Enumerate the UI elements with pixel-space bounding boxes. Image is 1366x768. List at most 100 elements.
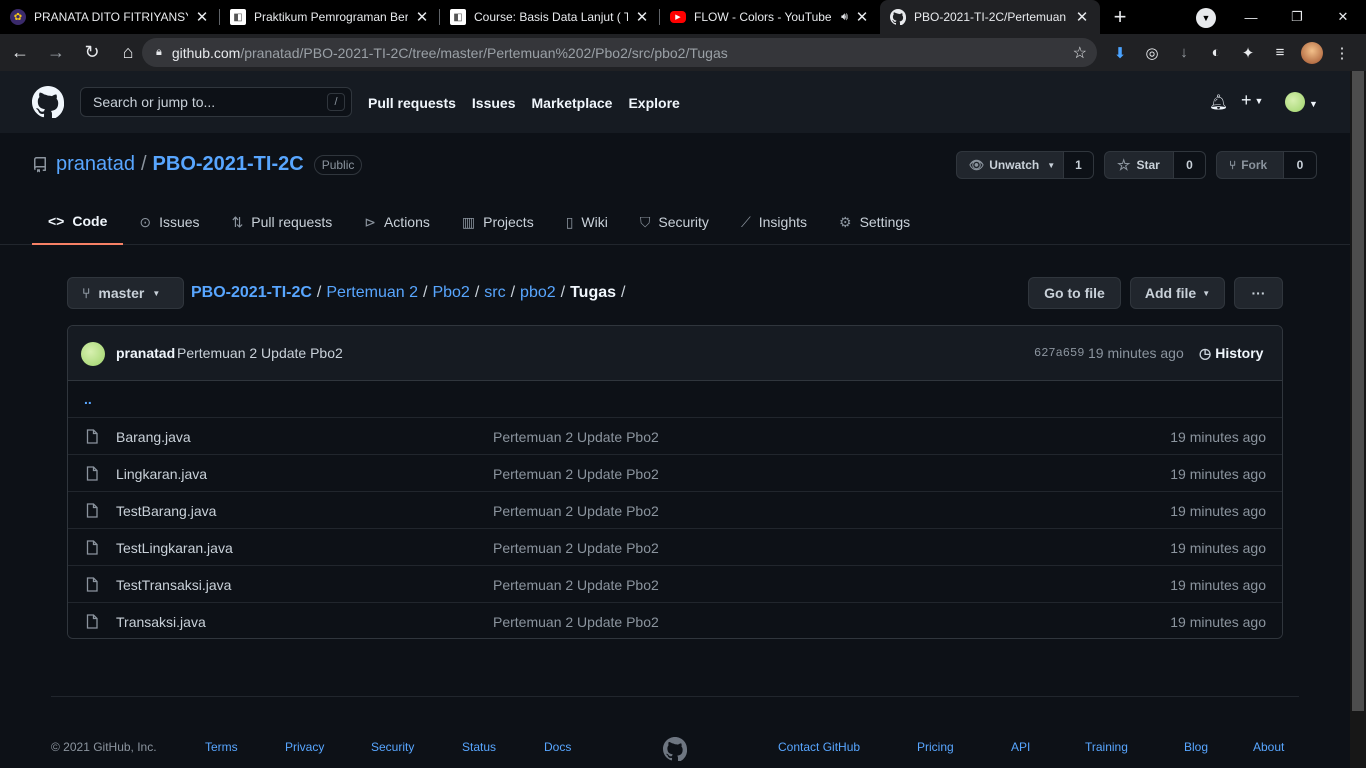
restore-icon[interactable]: ❐ bbox=[1274, 0, 1320, 34]
file-name[interactable]: TestLingkaran.java bbox=[116, 540, 233, 556]
breadcrumb-segment[interactable]: src bbox=[484, 284, 505, 302]
github-logo-icon[interactable] bbox=[32, 86, 64, 118]
add-file-button[interactable]: Add file ▼ bbox=[1130, 277, 1225, 309]
repo-name-link[interactable]: PBO-2021-TI-2C bbox=[153, 153, 304, 176]
scrollbar-thumb[interactable] bbox=[1352, 71, 1364, 711]
tab-code[interactable]: <> Code bbox=[32, 199, 124, 245]
nav-pull-requests[interactable]: Pull requests bbox=[368, 95, 456, 111]
commit-author[interactable]: pranatad bbox=[116, 345, 175, 361]
nav-explore[interactable]: Explore bbox=[628, 95, 679, 111]
footer-link-api[interactable]: API bbox=[1011, 740, 1030, 754]
footer-link-docs[interactable]: Docs bbox=[544, 740, 571, 754]
extension-icon[interactable]: ◎ bbox=[1136, 34, 1168, 71]
file-commit-message[interactable]: Pertemuan 2 Update Pbo2 bbox=[493, 466, 659, 482]
repo-owner-link[interactable]: pranatad bbox=[56, 153, 135, 176]
table-row[interactable]: TestLingkaran.java Pertemuan 2 Update Pb… bbox=[68, 529, 1282, 566]
breadcrumb-segment[interactable]: Pbo2 bbox=[432, 284, 469, 302]
file-name[interactable]: Barang.java bbox=[116, 429, 191, 445]
file-commit-message[interactable]: Pertemuan 2 Update Pbo2 bbox=[493, 540, 659, 556]
browser-menu-icon[interactable]: ⋮ bbox=[1326, 34, 1358, 71]
tab-wiki[interactable]: ▯ Wiki bbox=[550, 199, 624, 245]
footer-link-contact[interactable]: Contact GitHub bbox=[778, 740, 860, 754]
nav-issues[interactable]: Issues bbox=[472, 95, 516, 111]
tab-security[interactable]: ⛉ Security bbox=[624, 199, 725, 245]
file-commit-message[interactable]: Pertemuan 2 Update Pbo2 bbox=[493, 429, 659, 445]
home-icon[interactable]: ⌂ bbox=[112, 37, 144, 69]
window-close-icon[interactable]: ✕ bbox=[1320, 0, 1366, 34]
footer-link-privacy[interactable]: Privacy bbox=[285, 740, 324, 754]
footer-link-training[interactable]: Training bbox=[1085, 740, 1128, 754]
file-name[interactable]: Lingkaran.java bbox=[116, 466, 207, 482]
tab-pull-requests[interactable]: ⇅ Pull requests bbox=[216, 199, 349, 245]
table-row[interactable]: TestBarang.java Pertemuan 2 Update Pbo2 … bbox=[68, 492, 1282, 529]
browser-tab-3[interactable]: ◧ Course: Basis Data Lanjut ( TI ✕ bbox=[440, 0, 660, 34]
footer-link-about[interactable]: About bbox=[1253, 740, 1284, 754]
address-bar[interactable]: 🔒︎ github.com/pranatad/PBO-2021-TI-2C/tr… bbox=[142, 38, 1097, 67]
lock-icon[interactable]: 🔒︎ bbox=[156, 46, 162, 59]
tab-projects[interactable]: ▥ Projects bbox=[446, 199, 550, 245]
branch-selector[interactable]: ⑂ master ▼ bbox=[67, 277, 184, 309]
minimize-icon[interactable]: — bbox=[1228, 0, 1274, 34]
file-commit-message[interactable]: Pertemuan 2 Update Pbo2 bbox=[493, 614, 659, 630]
file-name[interactable]: TestBarang.java bbox=[116, 503, 216, 519]
browser-tab-4[interactable]: ▶ FLOW - Colors - YouTube 🔊︎ ✕ bbox=[660, 0, 880, 34]
reload-icon[interactable]: ↻ bbox=[76, 37, 108, 69]
table-row[interactable]: Lingkaran.java Pertemuan 2 Update Pbo2 1… bbox=[68, 455, 1282, 492]
browser-tab-5[interactable]: PBO-2021-TI-2C/Pertemuan 2 ✕ bbox=[880, 0, 1100, 34]
create-new-icon[interactable]: + ▼ bbox=[1241, 90, 1263, 111]
forward-icon[interactable]: → bbox=[40, 37, 72, 69]
footer-link-terms[interactable]: Terms bbox=[205, 740, 238, 754]
tab-actions[interactable]: ⊳ Actions bbox=[348, 199, 446, 245]
commit-author-avatar[interactable] bbox=[81, 342, 105, 366]
watch-count[interactable]: 1 bbox=[1064, 151, 1094, 179]
file-name[interactable]: Transaksi.java bbox=[116, 614, 206, 630]
bookmark-star-icon[interactable]: ☆ bbox=[1073, 43, 1087, 63]
tab-insights[interactable]: ⟋ Insights bbox=[725, 199, 823, 245]
star-count[interactable]: 0 bbox=[1174, 151, 1206, 179]
parent-directory-row[interactable]: .. bbox=[68, 381, 1282, 418]
table-row[interactable]: Barang.java Pertemuan 2 Update Pbo2 19 m… bbox=[68, 418, 1282, 455]
nav-marketplace[interactable]: Marketplace bbox=[532, 95, 613, 111]
unwatch-button[interactable]: 👁︎ Unwatch ▼ bbox=[956, 151, 1064, 179]
media-control-icon[interactable]: ≡ bbox=[1264, 34, 1296, 71]
close-tab-icon[interactable]: ✕ bbox=[634, 8, 650, 26]
breadcrumb-repo[interactable]: PBO-2021-TI-2C bbox=[191, 284, 312, 302]
browser-tab-2[interactable]: ◧ Praktikum Pemrograman Berbasis ✕ bbox=[220, 0, 440, 34]
profile-avatar[interactable] bbox=[1296, 34, 1328, 71]
close-tab-icon[interactable]: ✕ bbox=[414, 8, 430, 26]
footer-link-status[interactable]: Status bbox=[462, 740, 496, 754]
tab-search-icon[interactable]: ▼ bbox=[1196, 8, 1216, 28]
go-to-file-button[interactable]: Go to file bbox=[1028, 277, 1121, 309]
more-options-button[interactable]: ··· bbox=[1234, 277, 1283, 309]
star-button[interactable]: ☆ Star bbox=[1104, 151, 1174, 179]
search-input[interactable]: Search or jump to... / bbox=[80, 87, 352, 117]
tab-issues[interactable]: ⊙ Issues bbox=[123, 199, 215, 245]
download-extension-icon[interactable]: ⬇ bbox=[1104, 34, 1136, 71]
file-name[interactable]: TestTransaksi.java bbox=[116, 577, 231, 593]
file-commit-message[interactable]: Pertemuan 2 Update Pbo2 bbox=[493, 503, 659, 519]
avatar-menu-chevron-icon[interactable]: ▼ bbox=[1309, 99, 1318, 109]
footer-link-pricing[interactable]: Pricing bbox=[917, 740, 954, 754]
page-scrollbar[interactable] bbox=[1350, 71, 1366, 768]
browser-tab-1[interactable]: ✿ PRANATA DITO FITRIYANSYAH ✕ bbox=[0, 0, 220, 34]
audio-playing-icon[interactable]: 🔊︎ bbox=[841, 11, 848, 24]
close-tab-icon[interactable]: ✕ bbox=[194, 8, 210, 26]
tab-settings[interactable]: ⚙ Settings bbox=[823, 199, 926, 245]
file-commit-message[interactable]: Pertemuan 2 Update Pbo2 bbox=[493, 577, 659, 593]
commit-sha[interactable]: 627a659 bbox=[1034, 346, 1084, 360]
table-row[interactable]: TestTransaksi.java Pertemuan 2 Update Pb… bbox=[68, 566, 1282, 603]
breadcrumb-segment[interactable]: pbo2 bbox=[520, 284, 556, 302]
github-footer-logo-icon[interactable] bbox=[663, 737, 687, 761]
fork-count[interactable]: 0 bbox=[1284, 151, 1317, 179]
footer-link-blog[interactable]: Blog bbox=[1184, 740, 1208, 754]
notifications-bell-icon[interactable]: 🔔︎ bbox=[1209, 93, 1228, 111]
new-tab-button[interactable]: + bbox=[1100, 0, 1140, 34]
extension-round-icon[interactable]: ◐ bbox=[1200, 34, 1232, 71]
close-tab-icon[interactable]: ✕ bbox=[1074, 8, 1090, 26]
footer-link-security[interactable]: Security bbox=[371, 740, 414, 754]
breadcrumb-segment[interactable]: Pertemuan 2 bbox=[326, 284, 418, 302]
close-tab-icon[interactable]: ✕ bbox=[854, 8, 870, 26]
user-avatar[interactable] bbox=[1285, 92, 1305, 112]
parent-directory-link[interactable]: .. bbox=[84, 391, 92, 407]
commit-message[interactable]: Pertemuan 2 Update Pbo2 bbox=[177, 345, 343, 361]
